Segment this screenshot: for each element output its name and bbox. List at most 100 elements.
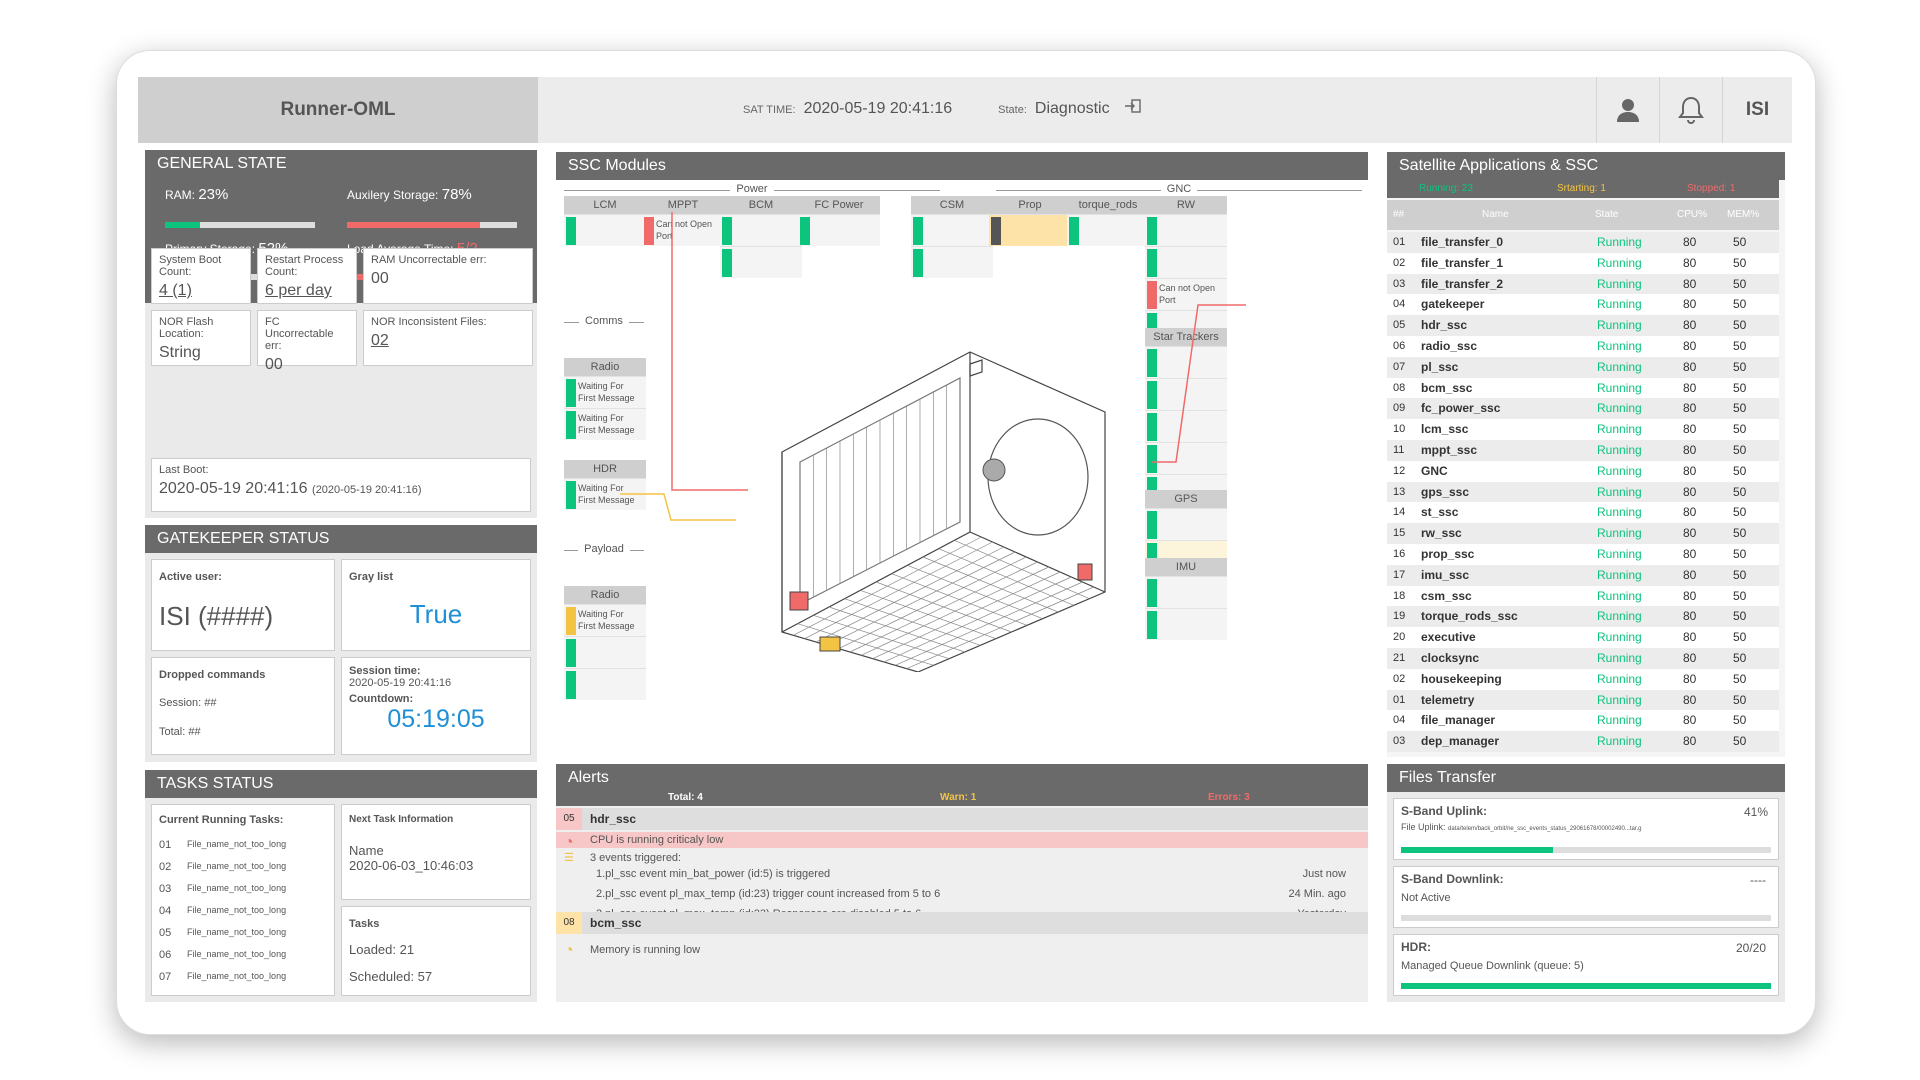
app-cpu: 80	[1683, 463, 1697, 478]
table-row[interactable]: 02 file_transfer_1 Running 80 50	[1387, 252, 1779, 274]
table-row[interactable]: 04 file_manager Running 80 50	[1387, 710, 1779, 732]
task-row[interactable]: 05 File_name_not_too_long	[159, 927, 329, 939]
table-row[interactable]: 06 radio_ssc Running 80 50	[1387, 336, 1779, 357]
app-cpu: 80	[1683, 380, 1697, 395]
app-name: hdr_ssc	[1421, 318, 1468, 333]
table-row[interactable]: 17 imu_ssc Running 80 50	[1387, 564, 1779, 586]
app-num: 04	[1393, 298, 1406, 311]
app-name: csm_ssc	[1421, 588, 1472, 603]
app-num: 19	[1393, 610, 1406, 623]
alerts-errors: Errors: 3	[1208, 792, 1250, 803]
app-mem: 50	[1733, 235, 1747, 249]
task-row[interactable]: 02 File_name_not_too_long	[159, 861, 329, 873]
app-mem: 50	[1733, 526, 1747, 541]
table-row[interactable]: 02 housekeeping Running 80 50	[1387, 668, 1779, 690]
app-state: Running	[1597, 505, 1642, 520]
table-row[interactable]: 13 gps_ssc Running 80 50	[1387, 481, 1779, 503]
app-num: 11	[1393, 444, 1405, 456]
table-row[interactable]: 03 file_transfer_2 Running 80 50	[1387, 273, 1779, 295]
alerts-title: Alerts	[556, 764, 1368, 790]
stat-card[interactable]: Restart Process Count: 6 per day	[257, 248, 357, 304]
table-row[interactable]: 05 hdr_ssc Running 80 50	[1387, 315, 1779, 337]
user-icon[interactable]	[1596, 77, 1658, 143]
table-row[interactable]: 19 torque_rods_ssc Running 80 50	[1387, 606, 1779, 628]
last-boot-label: Last Boot:	[159, 464, 209, 476]
table-row[interactable]: 14 st_ssc Running 80 50	[1387, 502, 1779, 524]
app-state: Running	[1597, 713, 1642, 728]
table-row[interactable]: 21 clocksync Running 80 50	[1387, 648, 1779, 669]
stat-card-label: RAM Uncorrectable err:	[371, 254, 487, 266]
table-row[interactable]: 18 csm_ssc Running 80 50	[1387, 585, 1779, 607]
app-mem: 50	[1733, 443, 1747, 457]
stat-card[interactable]: NOR Inconsistent Files: 02	[363, 310, 533, 366]
app-state: Running	[1597, 692, 1642, 707]
stat-card-value: String	[159, 344, 201, 361]
table-row[interactable]: 10 lcm_ssc Running 80 50	[1387, 419, 1779, 441]
stat-card-label: System Boot Count:	[159, 254, 222, 278]
session-time-label: Session time:	[349, 665, 421, 677]
task-name: File_name_not_too_long	[187, 971, 287, 981]
table-row[interactable]: 08 bcm_ssc Running 80 50	[1387, 377, 1779, 399]
stat-card[interactable]: System Boot Count: 4 (1)	[151, 248, 251, 304]
downlink-label: S-Band Downlink:	[1401, 872, 1504, 886]
app-state: Running	[1597, 443, 1642, 457]
stat-card-label: NOR Flash Location:	[159, 316, 214, 340]
app-name: file_transfer_1	[1421, 255, 1504, 270]
app-state: Running	[1597, 609, 1642, 624]
app-num: 03	[1393, 735, 1406, 748]
app-name: bcm_ssc	[1421, 380, 1473, 395]
bell-icon[interactable]	[1659, 77, 1721, 143]
next-name-label: Name	[349, 843, 384, 858]
app-cpu: 80	[1683, 401, 1697, 416]
task-row[interactable]: 04 File_name_not_too_long	[159, 905, 329, 917]
app-mem: 50	[1733, 505, 1747, 520]
app-mem: 50	[1733, 484, 1747, 499]
task-num: 05	[159, 927, 172, 939]
app-num: 04	[1393, 714, 1406, 727]
app-name: lcm_ssc	[1421, 422, 1469, 437]
top-bar: Runner-OML SAT TIME: 2020-05-19 20:41:16…	[138, 77, 1792, 143]
table-row[interactable]: 15 rw_ssc Running 80 50	[1387, 523, 1779, 545]
task-row[interactable]: 07 File_name_not_too_long	[159, 971, 329, 983]
app-cpu: 80	[1683, 734, 1697, 749]
table-row[interactable]: 12 GNC Running 80 50	[1387, 460, 1779, 482]
sat-time: 2020-05-19 20:41:16	[803, 100, 953, 117]
table-row[interactable]: 01 file_transfer_0 Running 80 50	[1387, 232, 1779, 253]
hdr-bar	[1401, 983, 1771, 989]
exit-state-icon[interactable]	[1124, 99, 1142, 118]
next-task-label: Next Task Information	[349, 814, 454, 825]
app-mem: 50	[1733, 651, 1747, 665]
task-row[interactable]: 06 File_name_not_too_long	[159, 949, 329, 961]
alert-group-hdr[interactable]: 05 hdr_ssc	[556, 808, 1368, 830]
task-num: 06	[159, 949, 172, 961]
app-cpu: 80	[1683, 359, 1697, 374]
table-row[interactable]: 20 executive Running 80 50	[1387, 627, 1779, 649]
app-state: Running	[1597, 547, 1642, 561]
table-row[interactable]: 11 mppt_ssc Running 80 50	[1387, 440, 1779, 461]
table-row[interactable]: 07 pl_ssc Running 80 50	[1387, 356, 1779, 378]
aux-bar	[347, 222, 517, 228]
connection-lines	[620, 212, 1246, 521]
app-num: 02	[1393, 672, 1406, 685]
app-cpu: 80	[1683, 297, 1697, 312]
app-cpu: 80	[1683, 567, 1697, 582]
task-row[interactable]: 01 File_name_not_too_long	[159, 839, 329, 851]
table-row[interactable]: 03 dep_manager Running 80 50	[1387, 731, 1779, 753]
app-state: Running	[1597, 651, 1642, 665]
app-num: 13	[1393, 485, 1406, 498]
table-row[interactable]: 04 gatekeeper Running 80 50	[1387, 294, 1779, 316]
table-row[interactable]: 09 fc_power_ssc Running 80 50	[1387, 398, 1779, 420]
alerts-warn: Warn: 1	[940, 792, 977, 803]
task-name: File_name_not_too_long	[187, 839, 287, 849]
app-state: Running	[1597, 526, 1642, 541]
alert-group-bcm[interactable]: 08 bcm_ssc	[556, 912, 1368, 934]
table-row[interactable]: 16 prop_ssc Running 80 50	[1387, 544, 1779, 565]
user-initials-button[interactable]: ISI	[1722, 77, 1792, 143]
table-row[interactable]: 01 telemetry Running 80 50	[1387, 689, 1779, 711]
task-name: File_name_not_too_long	[187, 949, 287, 959]
app-mem: 50	[1733, 609, 1747, 624]
app-num: 01	[1393, 236, 1406, 248]
app-mem: 50	[1733, 255, 1747, 270]
task-row[interactable]: 03 File_name_not_too_long	[159, 883, 329, 895]
app-mem: 50	[1733, 692, 1747, 707]
